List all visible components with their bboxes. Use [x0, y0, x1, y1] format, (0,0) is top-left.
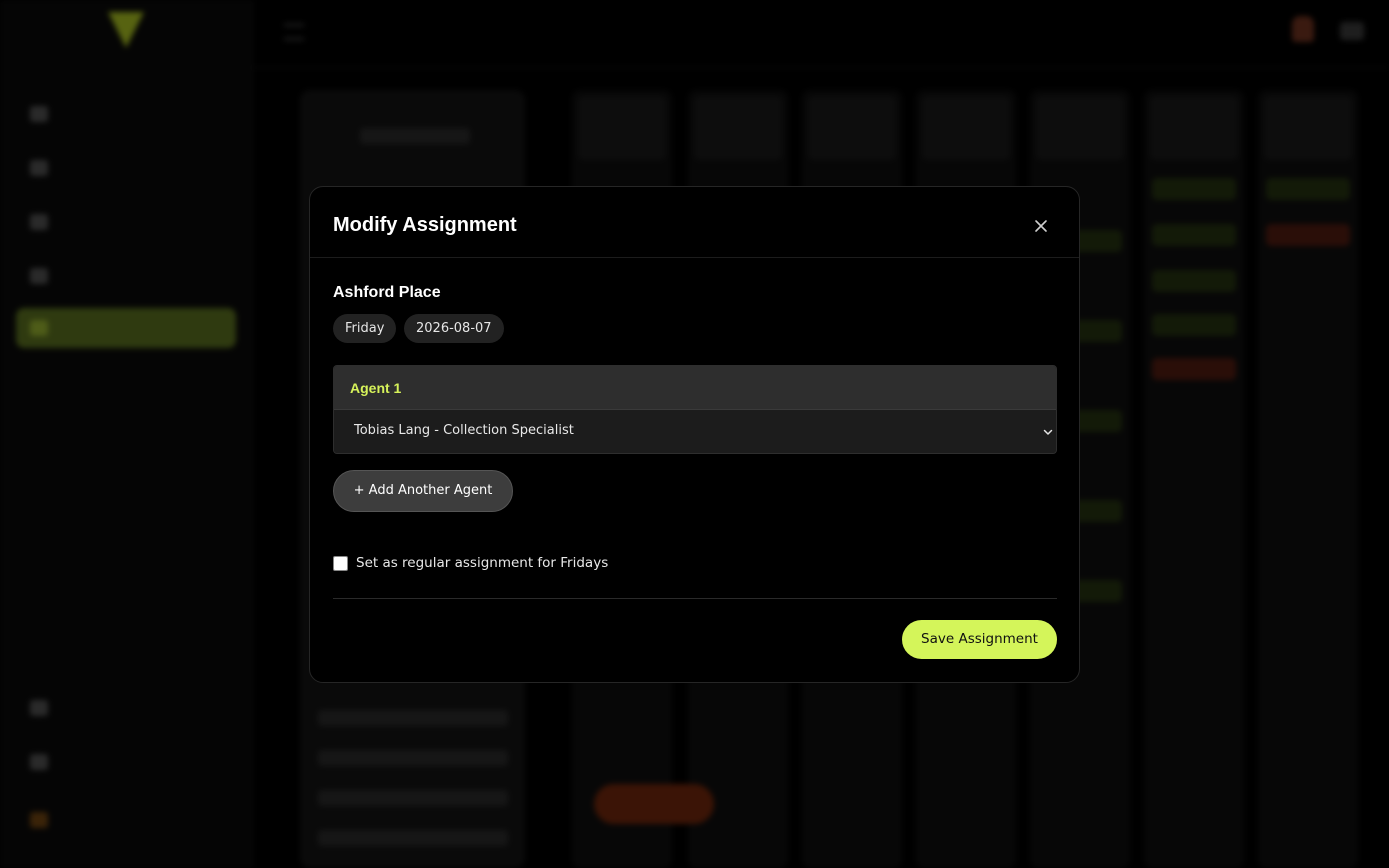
- agent-select[interactable]: Tobias Lang - Collection Specialist: [334, 410, 1056, 453]
- location-name: Ashford Place: [333, 284, 441, 301]
- menu-icon: [284, 24, 304, 40]
- shift-cell: [1152, 224, 1236, 246]
- shift-cell: [1266, 178, 1350, 200]
- agent-label: Agent 1: [350, 380, 402, 396]
- shift-cell: [1152, 178, 1236, 200]
- day-chip: Friday: [333, 314, 397, 343]
- nav-icon: [30, 754, 48, 770]
- date-chip: 2026-08-07: [404, 314, 504, 343]
- sidebar-item-profile: [16, 800, 236, 840]
- shift-cell: [1266, 224, 1350, 246]
- divider: [333, 598, 1057, 599]
- chevron-down-icon: [1043, 429, 1053, 435]
- logo: [108, 12, 144, 48]
- shift-cell: [1152, 314, 1236, 336]
- topbar: [252, 0, 1389, 68]
- modify-assignment-modal: Modify Assignment Ashford Place Friday 2…: [309, 186, 1080, 683]
- day-header: [694, 96, 782, 160]
- regular-assignment-label[interactable]: Set as regular assignment for Fridays: [356, 555, 608, 571]
- panel-row: [318, 710, 508, 726]
- day-header: [922, 96, 1010, 160]
- panel-row: [360, 128, 470, 144]
- agent-card: Agent 1 Tobias Lang - Collection Special…: [333, 365, 1057, 454]
- panel-row: [318, 830, 508, 846]
- sidebar-item-active: [16, 308, 236, 348]
- add-agent-button[interactable]: + Add Another Agent: [333, 470, 513, 512]
- day-header: [1150, 96, 1238, 160]
- shift-cell: [1152, 270, 1236, 292]
- modal-header: Modify Assignment: [310, 187, 1079, 258]
- sidebar-item: [16, 94, 236, 134]
- day-header: [808, 96, 896, 160]
- nav-icon: [30, 268, 48, 284]
- nav-icon: [30, 214, 48, 230]
- regular-assignment-checkbox[interactable]: [333, 556, 348, 571]
- sidebar-item: [16, 202, 236, 242]
- day-header: [1264, 96, 1352, 160]
- nav-icon: [30, 320, 48, 336]
- day-header: [578, 96, 666, 160]
- nav-icon: [30, 700, 48, 716]
- user-icon: [1340, 22, 1364, 40]
- background-button: [594, 784, 714, 824]
- agent-select-value: Tobias Lang - Collection Specialist: [354, 423, 574, 438]
- sidebar-item: [16, 688, 236, 728]
- nav-icon: [30, 160, 48, 176]
- close-icon: [1035, 220, 1047, 232]
- sidebar-item: [16, 742, 236, 782]
- save-button[interactable]: Save Assignment: [902, 620, 1057, 659]
- panel-row: [318, 790, 508, 806]
- avatar: [30, 812, 48, 828]
- agent-card-header: Agent 1: [334, 366, 1056, 410]
- shift-cell: [1152, 358, 1236, 380]
- day-header: [1036, 96, 1124, 160]
- sidebar-item: [16, 256, 236, 296]
- bell-icon: [1292, 16, 1314, 42]
- sidebar-item: [16, 148, 236, 188]
- panel-row: [318, 750, 508, 766]
- sidebar: [0, 0, 252, 868]
- day-column: [1258, 90, 1358, 868]
- close-button[interactable]: [1030, 215, 1052, 237]
- modal-title: Modify Assignment: [333, 214, 517, 236]
- nav-icon: [30, 106, 48, 122]
- day-column: [1144, 90, 1244, 868]
